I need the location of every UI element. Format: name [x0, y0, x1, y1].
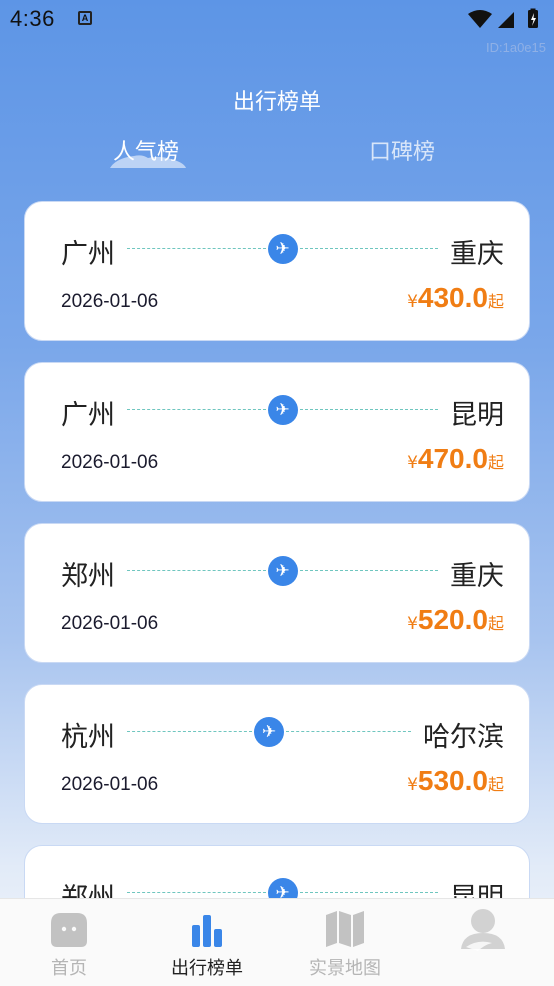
route-dash-line	[299, 409, 438, 410]
home-icon	[51, 913, 87, 947]
route-dash-line	[286, 731, 411, 732]
arrival-city: 重庆	[450, 561, 504, 592]
tab-popular[interactable]: 人气榜	[113, 134, 179, 166]
price-tag: ¥470.0起	[407, 443, 504, 475]
flight-date: 2026-01-06	[61, 291, 159, 312]
wifi-icon	[468, 10, 492, 28]
departure-city: 杭州	[61, 722, 115, 753]
price-suffix: 起	[487, 614, 504, 633]
page-title: 出行榜单	[232, 90, 321, 115]
nav-map-label: 实景地图	[309, 958, 381, 979]
route-dash-line	[127, 570, 266, 571]
price-suffix: 起	[487, 292, 504, 311]
nav-home[interactable]: 首页	[0, 899, 138, 986]
route-card[interactable]: 广州 重庆 ✈ 2026-01-06 ¥430.0起	[24, 201, 530, 341]
status-time: 4:36	[10, 6, 55, 31]
route-dash-line	[299, 892, 438, 893]
nav-ranking-label: 出行榜单	[171, 958, 243, 979]
plane-icon: ✈	[267, 556, 298, 586]
currency-symbol: ¥	[407, 614, 418, 634]
plane-icon: ✈	[267, 234, 298, 264]
profile-icon	[461, 909, 505, 951]
map-icon	[326, 911, 364, 947]
route-dash-line	[127, 248, 266, 249]
arrival-city: 重庆	[450, 239, 504, 270]
route-dash-line	[127, 892, 266, 893]
price-amount: 530.0	[417, 765, 488, 796]
departure-city: 郑州	[61, 561, 115, 592]
status-icons	[468, 8, 538, 28]
route-dash-line	[299, 570, 438, 571]
plane-icon: ✈	[254, 717, 284, 747]
nav-profile[interactable]	[414, 899, 552, 986]
flight-date: 2026-01-06	[61, 452, 159, 473]
bar-chart-icon	[192, 915, 222, 947]
nav-home-label: 首页	[51, 958, 87, 979]
departure-city: 广州	[61, 400, 115, 431]
status-bar: 4:36 A	[0, 0, 554, 40]
currency-symbol: ¥	[407, 292, 418, 312]
price-tag: ¥430.0起	[407, 282, 504, 314]
bottom-nav: 首页 出行榜单 实景地图	[0, 898, 554, 986]
nav-ranking[interactable]: 出行榜单	[138, 899, 276, 986]
route-card[interactable]: 郑州 重庆 ✈ 2026-01-06 ¥520.0起	[24, 523, 530, 663]
price-suffix: 起	[487, 453, 504, 472]
tab-reputation[interactable]: 口碑榜	[369, 134, 435, 166]
route-card[interactable]: 广州 昆明 ✈ 2026-01-06 ¥470.0起	[24, 362, 530, 502]
route-card[interactable]: 杭州 哈尔滨 ✈ 2026-01-06 ¥530.0起	[24, 684, 530, 824]
app-screen: 4:36 A ID:1a0e15 出行榜单 人气榜 口碑榜 广州 重庆 ✈ 2026-…	[0, 0, 554, 986]
flight-date: 2026-01-06	[61, 774, 159, 795]
price-amount: 470.0	[417, 443, 488, 474]
plane-icon: ✈	[267, 395, 298, 425]
arrival-city: 哈尔滨	[423, 722, 504, 753]
price-amount: 520.0	[417, 604, 488, 635]
price-suffix: 起	[487, 775, 504, 794]
watermark-id: ID:1a0e15	[486, 40, 546, 55]
price-tag: ¥530.0起	[407, 765, 504, 797]
notification-icon: A	[78, 11, 92, 25]
arrival-city: 昆明	[450, 400, 504, 431]
nav-map[interactable]: 实景地图	[276, 899, 414, 986]
flight-date: 2026-01-06	[61, 613, 159, 634]
price-amount: 430.0	[417, 282, 488, 313]
route-dash-line	[299, 248, 438, 249]
price-tag: ¥520.0起	[407, 604, 504, 636]
departure-city: 广州	[61, 239, 115, 270]
route-dash-line	[127, 409, 266, 410]
currency-symbol: ¥	[407, 775, 418, 795]
route-dash-line	[127, 731, 252, 732]
currency-symbol: ¥	[407, 453, 418, 473]
